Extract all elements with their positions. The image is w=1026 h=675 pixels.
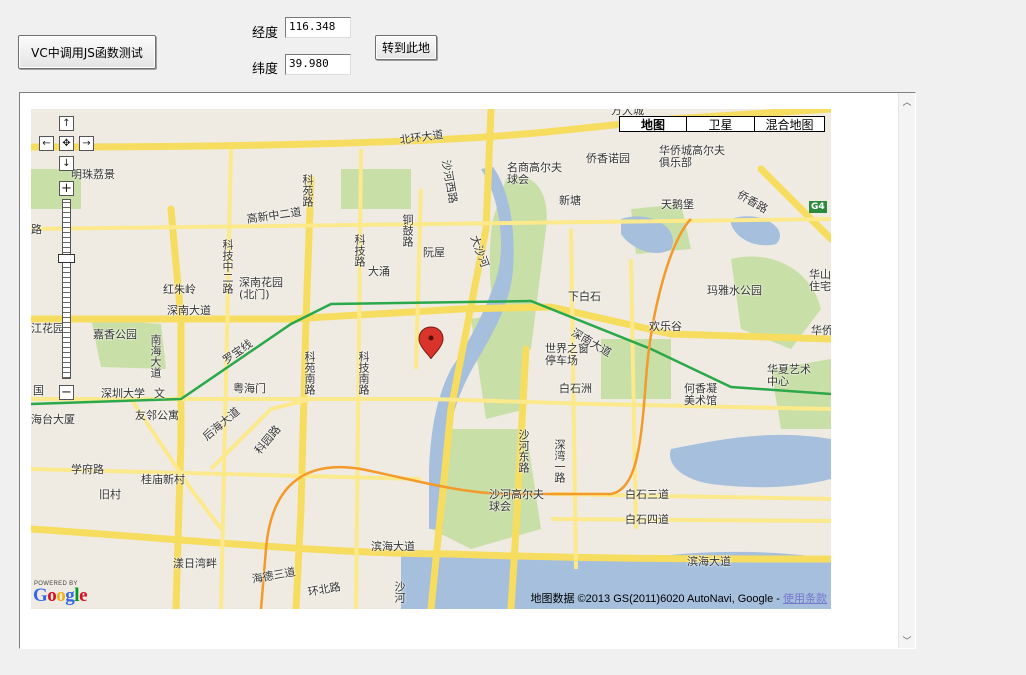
- terms-of-use-link[interactable]: 使用条款: [783, 593, 827, 605]
- label-qiaoxiangnuo: 侨香诺园: [586, 152, 630, 165]
- label-binhai-w: 滨海大道: [371, 540, 415, 553]
- label-xuefu: 学府路: [71, 463, 104, 476]
- label-huaxia: 华夏艺术 中心: [767, 363, 811, 388]
- label-huabao: 华侨: [811, 324, 831, 337]
- label-baishisi: 白石四道: [625, 513, 669, 526]
- label-mingzhu: 明珠荔景: [71, 168, 115, 181]
- label-kejinan: 科苑南路: [303, 351, 316, 395]
- google-logo-letter: e: [79, 585, 87, 606]
- google-logo[interactable]: Google: [33, 585, 87, 607]
- label-mayashui: 玛雅水公园: [707, 284, 762, 297]
- label-hongzhuling: 红朱岭: [163, 283, 196, 296]
- latitude-label: 纬度: [252, 62, 279, 77]
- label-shangri: 漾日湾畔: [173, 557, 217, 570]
- label-wen: 文: [154, 387, 165, 400]
- longitude-input[interactable]: 116.348: [285, 17, 351, 38]
- label-yuehaimen: 粤海门: [233, 382, 266, 395]
- label-hexiangning: 何香凝 美术馆: [684, 382, 717, 407]
- label-guo: 国: [33, 384, 44, 397]
- label-bi: 路: [31, 223, 42, 236]
- label-xiabaishi: 下白石: [568, 290, 601, 303]
- label-ruanwu: 阮屋: [423, 246, 445, 259]
- label-shenwan: 深湾一路: [553, 439, 566, 483]
- scroll-up-icon[interactable]: ︿: [899, 93, 915, 109]
- label-kejinanlu: 科技南路: [357, 351, 370, 395]
- zoom-in-icon[interactable]: +: [59, 181, 74, 196]
- vertical-scrollbar[interactable]: ︿ ﹀: [898, 93, 915, 648]
- label-huanlegu: 欢乐谷: [649, 320, 682, 333]
- scroll-down-icon[interactable]: ﹀: [899, 632, 915, 648]
- label-shennan-w: 深南大道: [167, 304, 211, 317]
- label-shahegolf: 沙河高尔夫 球会: [489, 488, 544, 513]
- label-haitai: 海台大厦: [31, 413, 75, 426]
- map-type-map[interactable]: 地图: [619, 116, 687, 132]
- map-copyright: 地图数据 ©2013 GS(2011)6020 AutoNavi, Google…: [531, 590, 827, 606]
- pan-down-icon[interactable]: ↓: [59, 156, 74, 171]
- label-tianepu: 天鹅堡: [661, 198, 694, 211]
- latitude-input[interactable]: 39.980: [285, 54, 351, 75]
- label-binhai-e: 滨海大道: [687, 555, 731, 568]
- label-shahedong: 沙河东路: [517, 429, 530, 473]
- map-type-satellite[interactable]: 卫星: [687, 116, 755, 132]
- map-type-hybrid[interactable]: 混合地图: [755, 116, 825, 132]
- label-huahuayuan: 江花园: [31, 322, 64, 335]
- call-js-button[interactable]: VC中调用JS函数测试: [18, 35, 156, 69]
- zoom-out-icon[interactable]: −: [59, 385, 74, 400]
- label-kejibei: 科苑路: [301, 174, 314, 207]
- label-jiucun: 旧村: [99, 488, 121, 501]
- label-szdx: 深圳大学: [101, 387, 145, 400]
- zoom-slider-track[interactable]: [62, 199, 71, 379]
- google-logo-letter: o: [56, 585, 66, 606]
- google-map[interactable]: 北环大道 方大城 明珠荔景 名商高尔夫 球会 侨香诺园 华侨城高尔夫 俱乐部 侨香路 新塘 天鹅…: [31, 109, 831, 609]
- label-shijie: 世界之窗 停车场: [545, 342, 589, 367]
- copyright-text: 地图数据 ©2013 GS(2011)6020 AutoNavi, Google…: [530, 593, 783, 605]
- google-logo-letter: o: [47, 585, 57, 606]
- label-kejizhong: 科技中二路: [221, 239, 234, 294]
- google-logo-letter: g: [65, 585, 75, 606]
- zoom-slider-thumb[interactable]: [58, 254, 75, 263]
- label-shahe-s: 沙河: [393, 581, 406, 603]
- label-guimiao: 桂庙新村: [141, 473, 185, 486]
- label-nanhai: 南海大道: [149, 334, 162, 378]
- label-kejilu: 科技路: [353, 234, 366, 267]
- label-xinxiang: 新塘: [559, 194, 581, 207]
- pan-right-icon[interactable]: →: [79, 136, 94, 151]
- pan-left-icon[interactable]: ←: [39, 136, 54, 151]
- label-huaqiaocheng: 华侨城高尔夫 俱乐部: [659, 144, 725, 169]
- label-baishizhou: 白石洲: [559, 382, 592, 395]
- web-browser-control[interactable]: 北环大道 方大城 明珠荔景 名商高尔夫 球会 侨香诺园 华侨城高尔夫 俱乐部 侨香路 新塘 天鹅…: [19, 92, 916, 649]
- label-tonggu: 铜鼓路: [401, 214, 414, 247]
- pan-center-icon[interactable]: ✥: [59, 136, 74, 151]
- label-baishisan: 白石三道: [625, 488, 669, 501]
- label-youlin: 友邻公寓: [135, 409, 179, 422]
- label-huashan: 华山 住宅: [809, 268, 831, 293]
- goto-button[interactable]: 转到此地: [375, 35, 437, 60]
- label-shenhua: 深南花园 (北门): [239, 276, 283, 301]
- label-jiaxiang: 嘉香公园: [93, 328, 137, 341]
- pan-up-icon[interactable]: ↑: [59, 116, 74, 131]
- label-mingshang: 名商高尔夫 球会: [507, 161, 562, 186]
- longitude-label: 经度: [252, 26, 279, 41]
- label-datong: 大涌: [368, 265, 390, 278]
- label-g4: G4: [809, 201, 827, 213]
- google-logo-letter: G: [33, 585, 48, 606]
